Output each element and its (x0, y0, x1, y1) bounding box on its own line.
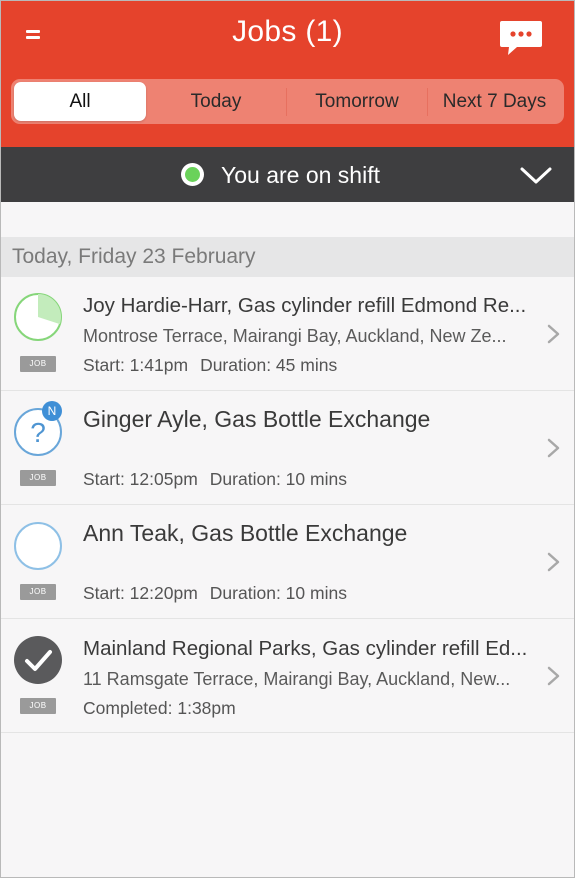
job-tag: JOB (20, 698, 56, 714)
chat-bubble-icon[interactable] (499, 18, 543, 58)
job-address: Montrose Terrace, Mairangi Bay, Auckland… (83, 326, 507, 346)
checkmark-icon (13, 635, 63, 685)
chevron-right-icon (546, 323, 562, 345)
job-title: Ginger Ayle, Gas Bottle Exchange (83, 406, 431, 432)
job-duration: Duration: 10 mins (209, 583, 347, 603)
job-title: Joy Hardie-Harr, Gas cylinder refill Edm… (83, 294, 527, 317)
row-divider (1, 732, 574, 733)
job-times: Start: 12:05pm Duration: 10 mins (83, 469, 347, 490)
tab-tomorrow[interactable]: Tomorrow (287, 82, 427, 121)
chevron-right-icon (546, 437, 562, 459)
tab-today[interactable]: Today (146, 82, 286, 121)
job-tag: JOB (20, 584, 56, 600)
chevron-right-icon (546, 551, 562, 573)
job-row[interactable]: JOB Joy Hardie-Harr, Gas cylinder refill… (1, 277, 574, 391)
job-tag: JOB (20, 356, 56, 372)
app-screen: Jobs (1) All Today Tomorrow Next 7 Days … (0, 0, 575, 878)
job-start: Start: 1:41pm (83, 355, 189, 375)
job-duration: Duration: 10 mins (209, 469, 347, 489)
top-bar: Jobs (1) All Today Tomorrow Next 7 Days (1, 1, 574, 147)
new-badge: N (42, 401, 62, 421)
date-filter-tabs: All Today Tomorrow Next 7 Days (11, 79, 564, 124)
pending-circle-icon (13, 521, 63, 571)
job-times: Start: 1:41pm Duration: 45 mins (83, 355, 337, 376)
job-start: Start: 12:05pm (83, 469, 198, 489)
job-row[interactable]: JOB Ann Teak, Gas Bottle Exchange Start:… (1, 505, 574, 619)
job-title: Mainland Regional Parks, Gas cylinder re… (83, 637, 528, 660)
chevron-right-icon (546, 665, 562, 687)
job-start: Start: 12:20pm (83, 583, 198, 603)
job-tag: JOB (20, 470, 56, 486)
job-row[interactable]: JOB Mainland Regional Parks, Gas cylinde… (1, 619, 574, 733)
job-title: Ann Teak, Gas Bottle Exchange (83, 520, 408, 546)
date-section-header: Today, Friday 23 February (1, 237, 574, 277)
job-address: 11 Ramsgate Terrace, Mairangi Bay, Auckl… (83, 669, 511, 689)
chevron-down-icon[interactable] (519, 161, 553, 189)
job-row[interactable]: ? N JOB Ginger Ayle, Gas Bottle Exchange… (1, 391, 574, 505)
job-times: Start: 12:20pm Duration: 10 mins (83, 583, 347, 604)
svg-text:?: ? (30, 417, 46, 448)
tab-all[interactable]: All (14, 82, 146, 121)
page-title: Jobs (1) (232, 15, 343, 48)
shift-status-bar[interactable]: You are on shift (1, 147, 574, 202)
job-duration: Duration: 45 mins (200, 355, 338, 375)
shift-status-text: You are on shift (221, 162, 380, 188)
tab-next-7-days[interactable]: Next 7 Days (428, 82, 561, 121)
shift-status-dot-icon (181, 163, 204, 186)
progress-pie-icon (13, 292, 63, 342)
job-completed: Completed: 1:38pm (83, 698, 236, 718)
